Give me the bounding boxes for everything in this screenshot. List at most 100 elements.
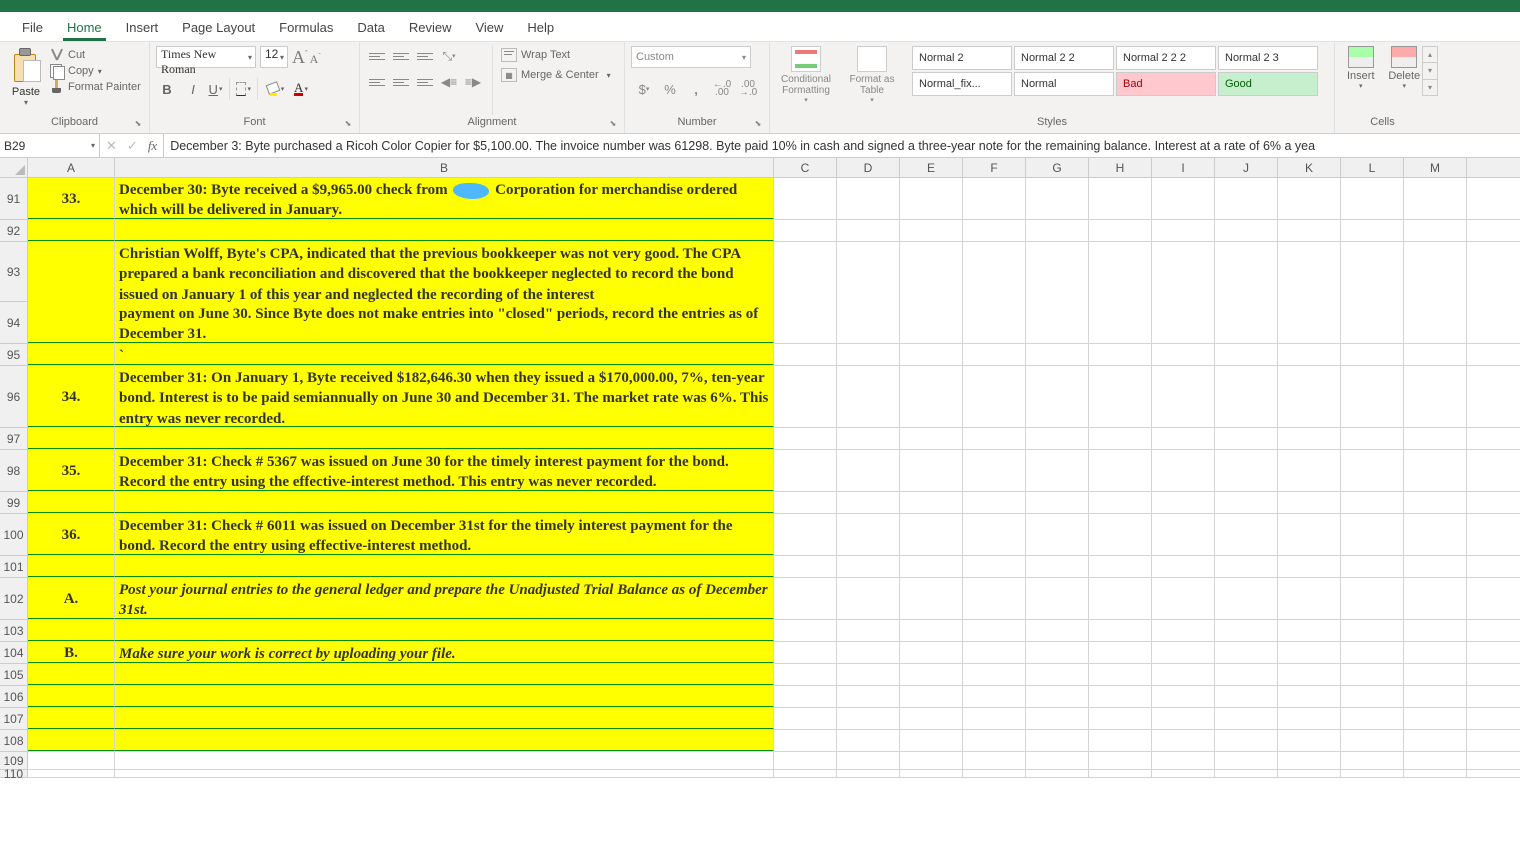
cell[interactable] (1152, 514, 1215, 555)
orientation-button[interactable]: ⤡▾ (438, 46, 460, 66)
tab-data[interactable]: Data (345, 14, 396, 41)
cell[interactable] (1341, 752, 1404, 769)
cell[interactable] (837, 492, 900, 513)
cell[interactable] (1089, 686, 1152, 707)
cell[interactable] (900, 514, 963, 555)
cell[interactable] (837, 642, 900, 663)
cell[interactable] (1089, 220, 1152, 241)
cell[interactable] (1026, 366, 1089, 427)
cell[interactable] (837, 428, 900, 449)
cell[interactable] (1278, 242, 1341, 302)
cell[interactable] (963, 492, 1026, 513)
cell[interactable] (774, 730, 837, 751)
cell[interactable] (963, 686, 1026, 707)
cell[interactable] (774, 242, 837, 302)
cell[interactable]: December 30: Byte received a $9,965.00 c… (115, 178, 774, 219)
cut-button[interactable]: Cut (50, 48, 141, 62)
cell[interactable] (900, 302, 963, 343)
cell[interactable] (900, 178, 963, 219)
cell[interactable] (1026, 708, 1089, 729)
cell[interactable] (115, 752, 774, 769)
cell[interactable] (1089, 344, 1152, 365)
cell[interactable] (1152, 730, 1215, 751)
align-left-button[interactable] (366, 72, 388, 92)
cell[interactable] (28, 242, 115, 302)
cell[interactable] (115, 492, 774, 513)
cell[interactable] (1152, 556, 1215, 577)
cell[interactable] (1215, 178, 1278, 219)
cell[interactable] (1026, 302, 1089, 343)
cell[interactable] (774, 366, 837, 427)
cell[interactable] (1152, 302, 1215, 343)
cell[interactable] (1152, 242, 1215, 302)
cell[interactable] (963, 770, 1026, 777)
font-size-select[interactable]: 12▾ (260, 46, 288, 68)
cell[interactable] (774, 770, 837, 777)
cell[interactable]: payment on June 30. Since Byte does not … (115, 302, 774, 343)
column-header[interactable]: M (1404, 158, 1467, 177)
column-header[interactable]: G (1026, 158, 1089, 177)
cell[interactable] (1404, 556, 1467, 577)
align-center-button[interactable] (390, 72, 412, 92)
tab-review[interactable]: Review (397, 14, 464, 41)
insert-function-button[interactable]: fx (148, 138, 157, 154)
cell[interactable] (1341, 366, 1404, 427)
cell[interactable] (1404, 220, 1467, 241)
cell[interactable] (963, 556, 1026, 577)
cell[interactable] (28, 492, 115, 513)
cell[interactable] (1215, 556, 1278, 577)
italic-button[interactable]: I (182, 78, 204, 100)
cell-style-option[interactable]: Normal 2 (912, 46, 1012, 70)
cell[interactable] (28, 752, 115, 769)
cell[interactable] (1404, 752, 1467, 769)
cell[interactable] (1341, 220, 1404, 241)
insert-cells-button[interactable]: Insert▾ (1341, 46, 1381, 90)
cell[interactable] (900, 686, 963, 707)
cell[interactable] (1089, 708, 1152, 729)
cell[interactable] (963, 664, 1026, 685)
cell[interactable] (1215, 578, 1278, 619)
cell[interactable]: 34. (28, 366, 115, 427)
cell[interactable] (1026, 642, 1089, 663)
cell[interactable] (1215, 450, 1278, 491)
cell[interactable] (963, 620, 1026, 641)
enter-formula-button[interactable]: ✓ (127, 138, 138, 154)
cell[interactable] (774, 302, 837, 343)
cell-style-option[interactable]: Normal (1014, 72, 1114, 96)
cell[interactable]: Christian Wolff, Byte's CPA, indicated t… (115, 242, 774, 302)
cell[interactable] (28, 620, 115, 641)
row-header[interactable]: 108 (0, 730, 27, 752)
alignment-launcher-icon[interactable]: ⬊ (606, 117, 620, 131)
column-header[interactable]: A (28, 158, 115, 177)
cell[interactable]: December 31: On January 1, Byte received… (115, 366, 774, 427)
cell[interactable] (963, 708, 1026, 729)
cell[interactable] (115, 770, 774, 777)
cell[interactable] (900, 770, 963, 777)
column-header[interactable]: J (1215, 158, 1278, 177)
cell[interactable] (1404, 366, 1467, 427)
align-middle-button[interactable] (390, 46, 412, 66)
cell[interactable] (837, 730, 900, 751)
align-right-button[interactable] (414, 72, 436, 92)
cell[interactable] (774, 578, 837, 619)
select-all-button[interactable] (0, 158, 28, 177)
column-header[interactable]: K (1278, 158, 1341, 177)
cell-style-option[interactable]: Normal 2 3 (1218, 46, 1318, 70)
number-launcher-icon[interactable]: ⬊ (751, 117, 765, 131)
conditional-formatting-button[interactable]: Conditional Formatting▾ (776, 46, 836, 104)
cell[interactable] (774, 220, 837, 241)
cell[interactable] (28, 708, 115, 729)
cell[interactable]: 35. (28, 450, 115, 491)
cell-style-option[interactable]: Normal_fix... (912, 72, 1012, 96)
cell[interactable] (1215, 366, 1278, 427)
cell[interactable] (1026, 578, 1089, 619)
cell[interactable] (115, 620, 774, 641)
cell[interactable] (1278, 556, 1341, 577)
cell[interactable] (1278, 752, 1341, 769)
cell[interactable] (28, 664, 115, 685)
cell[interactable] (837, 344, 900, 365)
cell[interactable] (1278, 366, 1341, 427)
row-header[interactable]: 104 (0, 642, 27, 664)
cell[interactable] (1089, 178, 1152, 219)
cell[interactable] (774, 344, 837, 365)
